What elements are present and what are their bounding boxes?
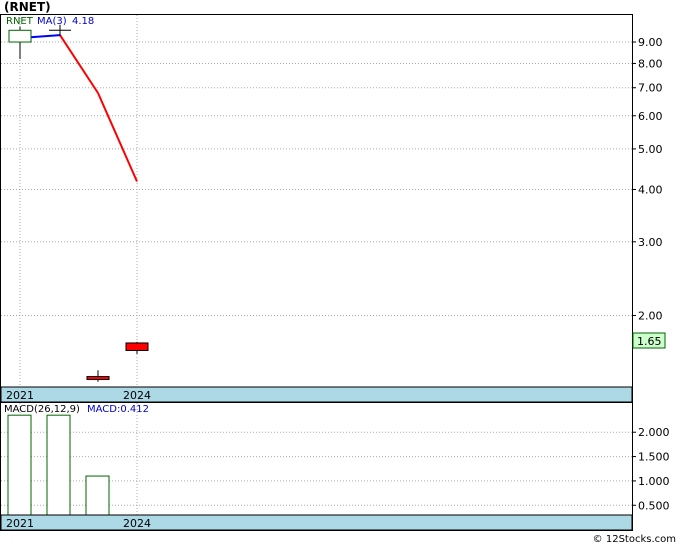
price-x-label-2021: 2021 xyxy=(6,389,34,402)
price-tick-label-1: 8.00 xyxy=(638,57,663,70)
macd-value-label: MACD:0.412 xyxy=(87,404,149,415)
ma-label: MA(3) xyxy=(37,16,67,27)
price-gridlines xyxy=(1,15,632,387)
candles xyxy=(8,24,149,382)
candle-body-3 xyxy=(125,342,149,352)
price-x-label-2024: 2024 xyxy=(123,389,151,402)
macd-tick-label-3: 0.500 xyxy=(638,499,670,512)
price-tick-label-4: 5.00 xyxy=(638,143,663,156)
ma-line xyxy=(19,34,138,182)
macd-title: MACD(26,12,9) xyxy=(4,404,80,415)
price-tick-label-2: 7.00 xyxy=(638,82,663,95)
macd-x-axis-band xyxy=(0,514,633,531)
price-x-axis-band xyxy=(0,386,633,403)
macd-bar-0 xyxy=(7,414,32,516)
price-tick-label-3: 6.00 xyxy=(638,110,663,123)
macd-bars xyxy=(7,414,110,516)
price-tick-label-7: 2.00 xyxy=(638,310,663,323)
macd-tick-label-1: 1.500 xyxy=(638,451,670,464)
price-tick-label-0: 9.00 xyxy=(638,36,663,49)
ticker-label: RNET xyxy=(6,16,34,27)
chart: (RNET) 9.008.007.006.005.004.003.002.00 … xyxy=(0,0,676,545)
ma-segment-1 xyxy=(59,34,99,94)
chart-title: (RNET) xyxy=(4,0,51,14)
price-panel-frame xyxy=(0,14,633,403)
watermark: © 12Stocks.com xyxy=(593,534,676,545)
ma-value-label: 4.18 xyxy=(72,16,94,27)
ma-segment-2 xyxy=(97,92,138,182)
macd-x-label-2021: 2021 xyxy=(6,517,34,530)
last-price-label: 1.65 xyxy=(637,335,662,348)
macd-axis: 2.000 1.500 1.000 0.500 xyxy=(632,426,670,512)
candle-body-2 xyxy=(86,376,110,381)
macd-tick-label-2: 1.000 xyxy=(638,475,670,488)
price-axis: 9.00 8.00 7.00 6.00 5.00 4.00 3.00 2.00 xyxy=(632,36,663,323)
macd-bar-2 xyxy=(85,475,110,516)
macd-bar-1 xyxy=(46,414,71,516)
macd-x-label-2024: 2024 xyxy=(123,517,151,530)
candle-body-0 xyxy=(8,29,32,43)
macd-tick-label-0: 2.000 xyxy=(638,426,670,439)
price-tick-label-5: 4.00 xyxy=(638,183,663,196)
price-tick-label-6: 3.00 xyxy=(638,236,663,249)
